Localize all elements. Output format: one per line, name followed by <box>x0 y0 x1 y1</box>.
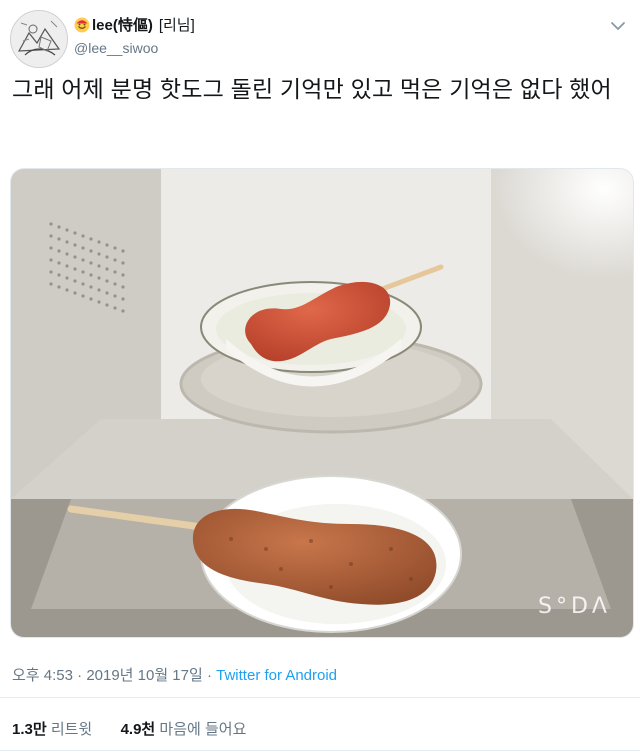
meta-separator: · <box>77 667 83 684</box>
likes-stat[interactable]: 4.9천 마음에 들어요 <box>121 721 247 738</box>
tweet-date[interactable]: 2019년 10월 17일 <box>86 667 202 684</box>
likes-label: 마음에 들어요 <box>159 721 247 738</box>
tweet-meta: 오후 4:53 · 2019년 10월 17일 · Twitter for An… <box>12 664 337 685</box>
display-name-text: lee(恃傴) <box>92 17 153 34</box>
author-handle[interactable]: @lee__siwoo <box>74 40 195 56</box>
likes-count: 4.9천 <box>120 721 156 738</box>
retweets-stat[interactable]: 1.3만 리트윗 <box>12 721 96 738</box>
author-display-name[interactable]: lee(恃傴) [리님] <box>74 14 195 35</box>
author-name-block[interactable]: lee(恃傴) [리님] @lee__siwoo <box>74 14 195 56</box>
smiling-face-icon <box>74 17 90 32</box>
tweet-time[interactable]: 오후 4:53 <box>12 667 73 684</box>
tweet-header: lee(恃傴) [리님] @lee__siwoo <box>10 8 630 68</box>
retweets-label: 리트윗 <box>50 721 93 738</box>
tweet-stats: 1.3만 리트윗 4.9천 마음에 들어요 <box>12 718 246 739</box>
divider <box>0 697 640 698</box>
divider <box>0 750 640 751</box>
photo-watermark: S°DΛ <box>538 594 611 619</box>
tweet-source-link[interactable]: Twitter for Android <box>216 667 337 684</box>
avatar[interactable] <box>10 10 68 68</box>
tweet-photo[interactable]: S°DΛ <box>10 168 634 638</box>
display-name-extra: [리님] <box>158 17 195 34</box>
tweet-text: 그래 어제 분명 핫도그 돌린 기억만 있고 먹은 기억은 없다 했어 <box>12 76 612 102</box>
retweets-count: 1.3만 <box>12 721 47 738</box>
microwave-hotdog-photo <box>11 169 633 637</box>
chevron-down-icon[interactable] <box>608 16 628 36</box>
meta-separator: · <box>206 667 212 684</box>
